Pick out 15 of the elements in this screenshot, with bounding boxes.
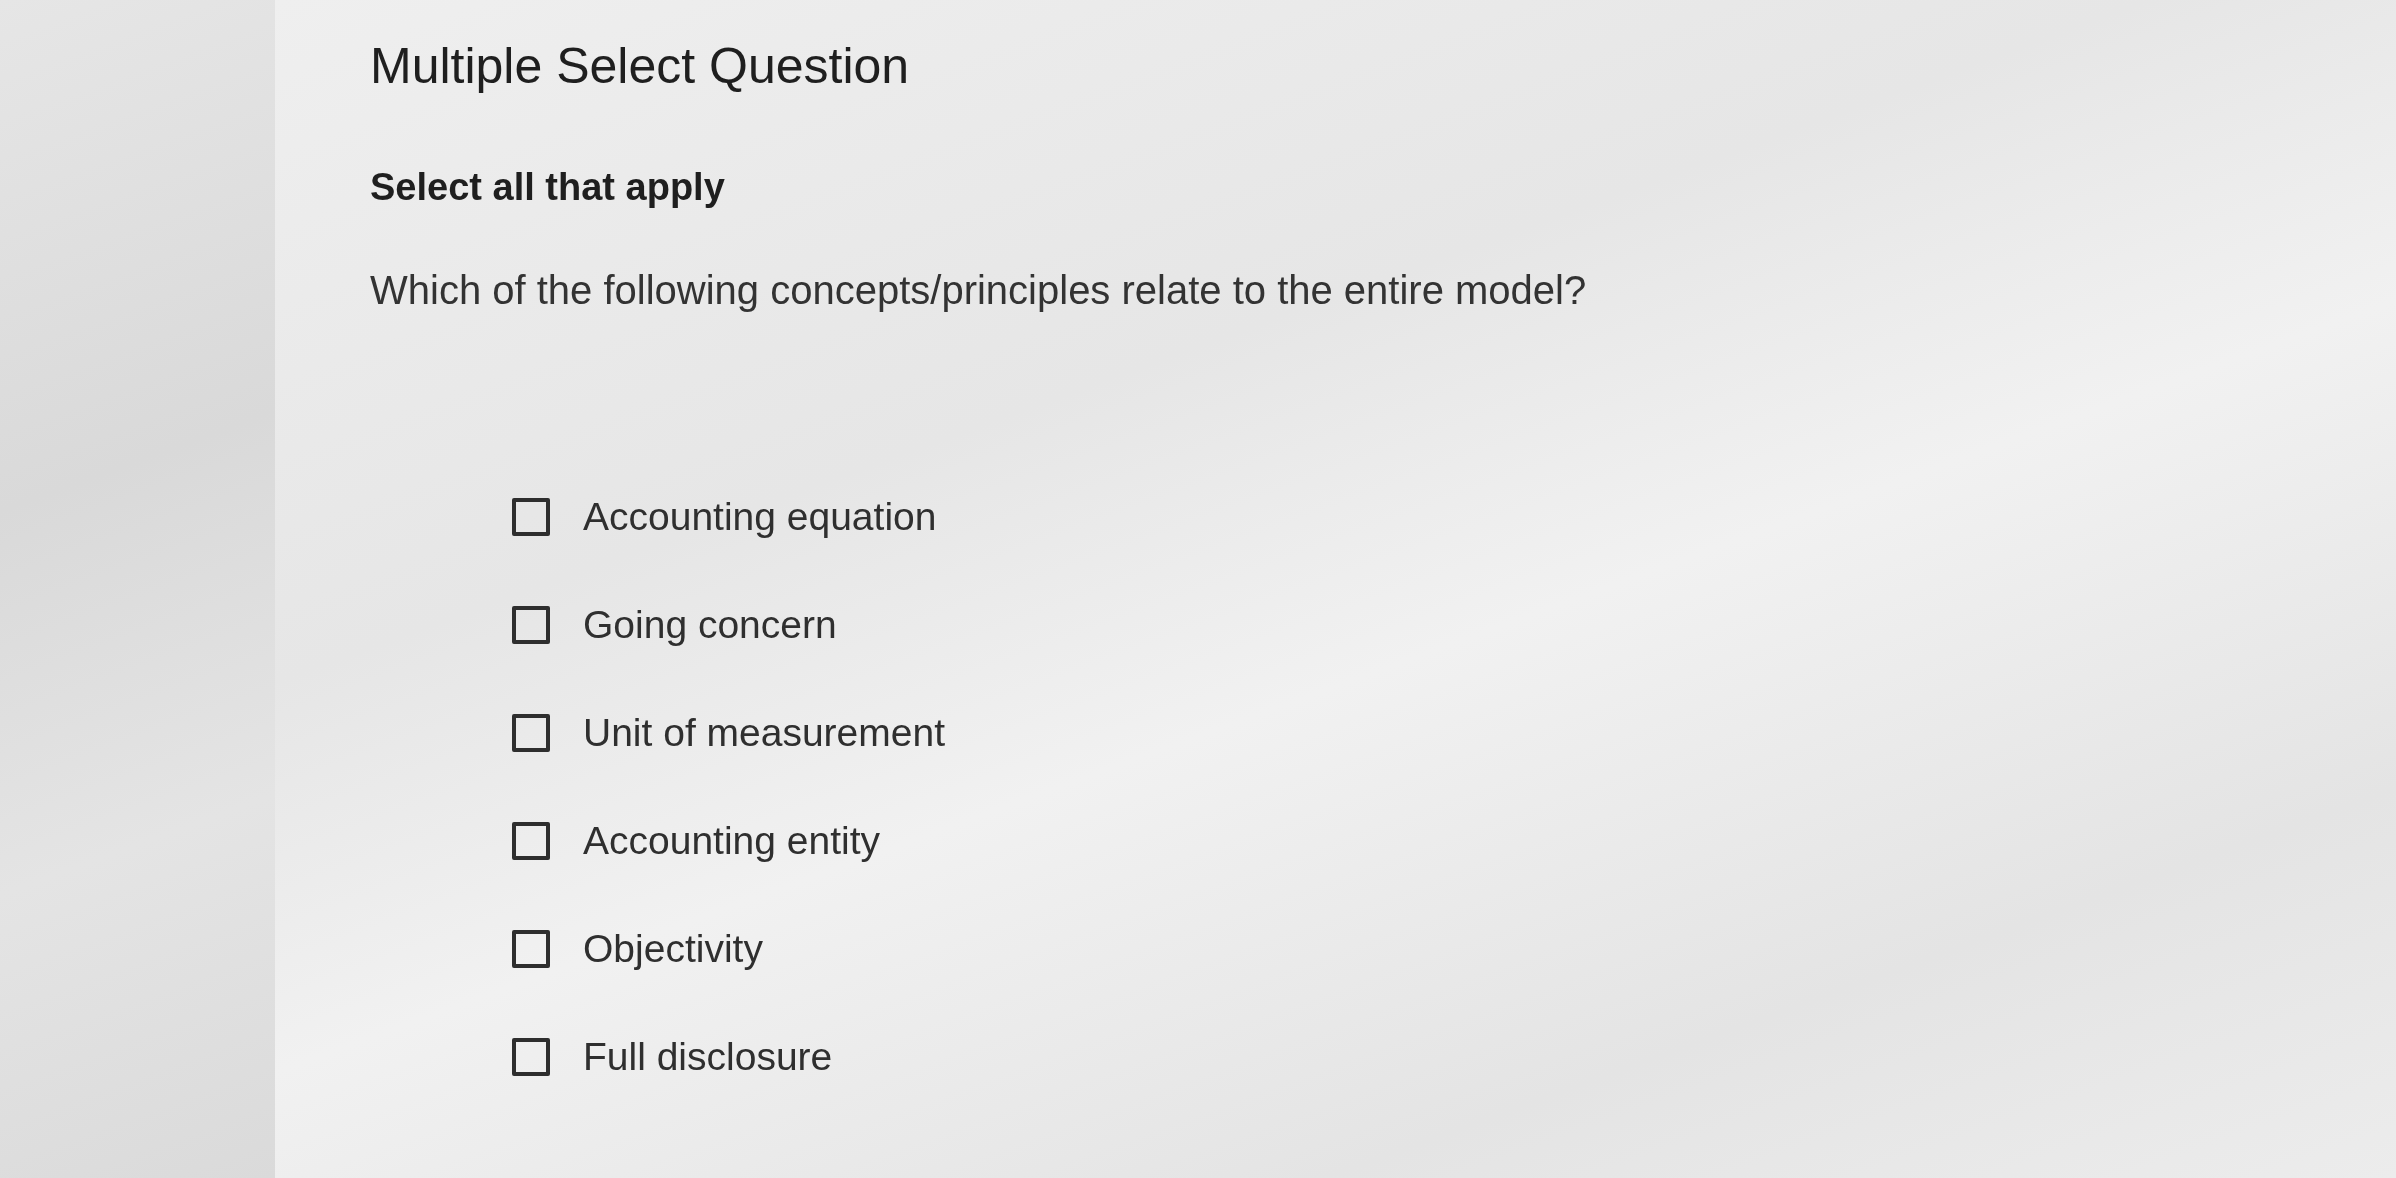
option-label: Full disclosure <box>583 1035 833 1079</box>
checkbox[interactable] <box>512 930 550 968</box>
option-label: Going concern <box>583 603 837 647</box>
checkbox[interactable] <box>512 606 550 644</box>
option-label: Accounting entity <box>583 819 880 863</box>
option-label: Objectivity <box>583 927 763 971</box>
option-label: Unit of measurement <box>583 711 945 755</box>
checkbox[interactable] <box>512 498 550 536</box>
checkbox[interactable] <box>512 1038 550 1076</box>
instruction-text: Select all that apply <box>370 165 725 210</box>
checkbox[interactable] <box>512 714 550 752</box>
option-label: Accounting equation <box>583 495 937 539</box>
question-text: Which of the following concepts/principles relate to the entire model? <box>370 267 1587 314</box>
checkbox[interactable] <box>512 822 550 860</box>
question-type-title: Multiple Select Question <box>370 37 910 96</box>
